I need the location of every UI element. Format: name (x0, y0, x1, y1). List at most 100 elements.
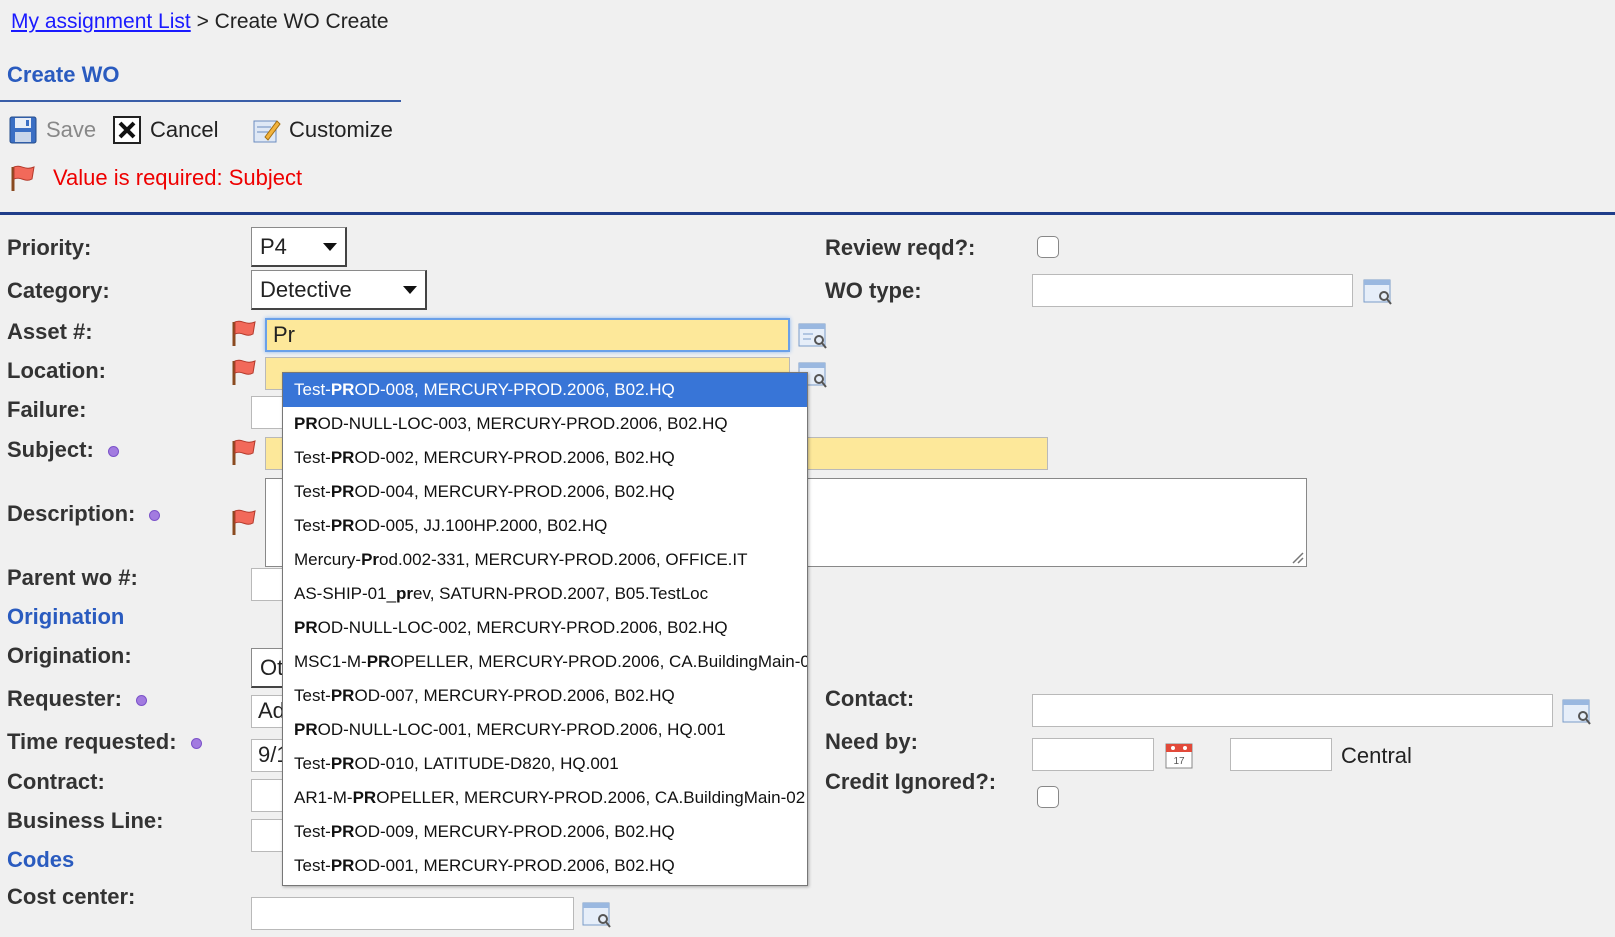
option-suffix: OD-002, MERCURY-PROD.2006, B02.HQ (354, 448, 675, 467)
autocomplete-option[interactable]: Test-PROD-004, MERCURY-PROD.2006, B02.HQ (283, 475, 807, 509)
required-flag-icon (232, 509, 256, 535)
autocomplete-option[interactable]: Test-PROD-009, MERCURY-PROD.2006, B02.HQ (283, 815, 807, 849)
autocomplete-option[interactable]: AR1-M-PROPELLER, MERCURY-PROD.2006, CA.B… (283, 781, 807, 815)
contact-label: Contact: (825, 686, 915, 711)
priority-select[interactable]: P4 (251, 227, 347, 267)
option-suffix: OD-010, LATITUDE-D820, HQ.001 (354, 754, 619, 773)
option-match: PR (330, 516, 355, 535)
autocomplete-option[interactable]: PROD-NULL-LOC-001, MERCURY-PROD.2006, HQ… (283, 713, 807, 747)
asset-input[interactable]: Pr (265, 318, 790, 352)
cancel-button[interactable]: Cancel (112, 108, 222, 152)
cancel-icon (113, 116, 141, 144)
option-suffix: OD-NULL-LOC-003, MERCURY-PROD.2006, B02.… (317, 414, 728, 433)
option-match: PR (330, 754, 355, 773)
caret-down-icon (323, 242, 337, 251)
breadcrumb-link-assignment-list[interactable]: My assignment List (11, 10, 191, 33)
option-match: pr (396, 584, 414, 603)
option-prefix: Test- (294, 482, 331, 501)
option-match: PR (294, 414, 318, 433)
autocomplete-option[interactable]: Test-PROD-010, LATITUDE-D820, HQ.001 (283, 747, 807, 781)
option-suffix: OD-009, MERCURY-PROD.2006, B02.HQ (354, 822, 675, 841)
option-match: PR (366, 652, 391, 671)
option-prefix: AR1-M- (294, 788, 353, 807)
hint-dot-icon (135, 694, 147, 706)
breadcrumb-current: Create WO Create (214, 10, 389, 33)
lookup-icon[interactable] (581, 899, 613, 931)
option-prefix: Mercury- (294, 550, 362, 569)
option-suffix: OD-005, JJ.100HP.2000, B02.HQ (354, 516, 608, 535)
page-title: Create WO (7, 62, 120, 87)
autocomplete-option[interactable]: Test-PROD-002, MERCURY-PROD.2006, B02.HQ (283, 441, 807, 475)
breadcrumb-separator: > (190, 10, 215, 33)
autocomplete-option[interactable]: MSC1-M-PROPELLER, MERCURY-PROD.2006, CA.… (283, 645, 807, 679)
option-suffix: OD-008, MERCURY-PROD.2006, B02.HQ (354, 380, 675, 399)
caret-down-icon (403, 285, 417, 294)
review-reqd-checkbox[interactable] (1037, 236, 1059, 258)
requester-label: Requester: (7, 686, 147, 712)
option-suffix: OPELLER, MERCURY-PROD.2006, CA.BuildingM… (390, 652, 808, 671)
option-prefix: MSC1-M- (294, 652, 367, 671)
lookup-icon[interactable] (797, 320, 829, 352)
time-requested-label: Time requested: (7, 729, 202, 755)
required-flag-icon (11, 165, 35, 191)
option-prefix: Test- (294, 754, 331, 773)
cost-center-input[interactable] (251, 897, 574, 930)
save-label: Save (46, 117, 97, 142)
required-flag-icon (232, 320, 256, 346)
origination-section-heading: Origination (7, 604, 125, 629)
save-icon (9, 116, 37, 144)
option-match: PR (294, 720, 318, 739)
option-match: PR (330, 822, 355, 841)
asset-autocomplete-dropdown: Test-PROD-008, MERCURY-PROD.2006, B02.HQ… (282, 372, 808, 886)
category-label: Category: (7, 278, 110, 303)
autocomplete-option[interactable]: AS-SHIP-01_prev, SATURN-PROD.2007, B05.T… (283, 577, 807, 611)
option-suffix: OD-001, MERCURY-PROD.2006, B02.HQ (354, 856, 675, 875)
contract-label: Contract: (7, 769, 105, 794)
parent-wo-label: Parent wo #: (7, 565, 138, 590)
option-prefix: Test- (294, 380, 331, 399)
error-message: Value is required: Subject (7, 163, 302, 193)
wo-type-input[interactable] (1032, 274, 1353, 307)
subject-label: Subject: (7, 437, 119, 463)
option-prefix: Test- (294, 822, 331, 841)
asset-label: Asset #: (7, 319, 93, 344)
lookup-icon[interactable] (1362, 276, 1394, 308)
autocomplete-option[interactable]: Test-PROD-001, MERCURY-PROD.2006, B02.HQ (283, 849, 807, 883)
wo-type-label: WO type: (825, 278, 922, 303)
resize-handle-icon[interactable] (1290, 550, 1304, 564)
option-match: PR (294, 618, 318, 637)
title-divider (0, 100, 401, 102)
option-prefix: Test- (294, 686, 331, 705)
credit-ignored-checkbox[interactable] (1037, 786, 1059, 808)
need-by-date-input[interactable] (1032, 738, 1154, 771)
option-prefix: AS-SHIP-01_ (294, 584, 397, 603)
error-text: Value is required: Subject (53, 165, 303, 190)
option-suffix: OD-NULL-LOC-002, MERCURY-PROD.2006, B02.… (317, 618, 728, 637)
option-suffix: OD-004, MERCURY-PROD.2006, B02.HQ (354, 482, 675, 501)
need-by-label: Need by: (825, 729, 918, 754)
autocomplete-option[interactable]: Test-PROD-007, MERCURY-PROD.2006, B02.HQ (283, 679, 807, 713)
option-suffix: od.002-331, MERCURY-PROD.2006, OFFICE.IT (379, 550, 748, 569)
required-flag-icon (232, 359, 256, 385)
autocomplete-option[interactable]: Test-PROD-005, JJ.100HP.2000, B02.HQ (283, 509, 807, 543)
option-suffix: OD-007, MERCURY-PROD.2006, B02.HQ (354, 686, 675, 705)
option-match: PR (330, 448, 355, 467)
contact-input[interactable] (1032, 694, 1553, 727)
save-button[interactable]: Save (8, 108, 100, 152)
need-by-time-input[interactable] (1230, 738, 1332, 771)
autocomplete-option[interactable]: PROD-NULL-LOC-003, MERCURY-PROD.2006, B0… (283, 407, 807, 441)
timezone-text: Central (1341, 743, 1412, 768)
svg-text:17: 17 (1173, 756, 1185, 767)
location-label: Location: (7, 358, 106, 383)
credit-ignored-label: Credit Ignored?: (825, 769, 997, 794)
lookup-icon[interactable] (1561, 696, 1593, 728)
autocomplete-option[interactable]: Test-PROD-008, MERCURY-PROD.2006, B02.HQ (283, 373, 807, 407)
autocomplete-option[interactable]: PROD-NULL-LOC-002, MERCURY-PROD.2006, B0… (283, 611, 807, 645)
option-suffix: OPELLER, MERCURY-PROD.2006, CA.BuildingM… (376, 788, 806, 807)
calendar-icon[interactable]: 17 (1163, 739, 1195, 771)
customize-button[interactable]: Customize (251, 108, 396, 152)
category-select[interactable]: Detective (251, 270, 427, 310)
hint-dot-icon (107, 445, 119, 457)
option-match: Pr (361, 550, 380, 569)
autocomplete-option[interactable]: Mercury-Prod.002-331, MERCURY-PROD.2006,… (283, 543, 807, 577)
